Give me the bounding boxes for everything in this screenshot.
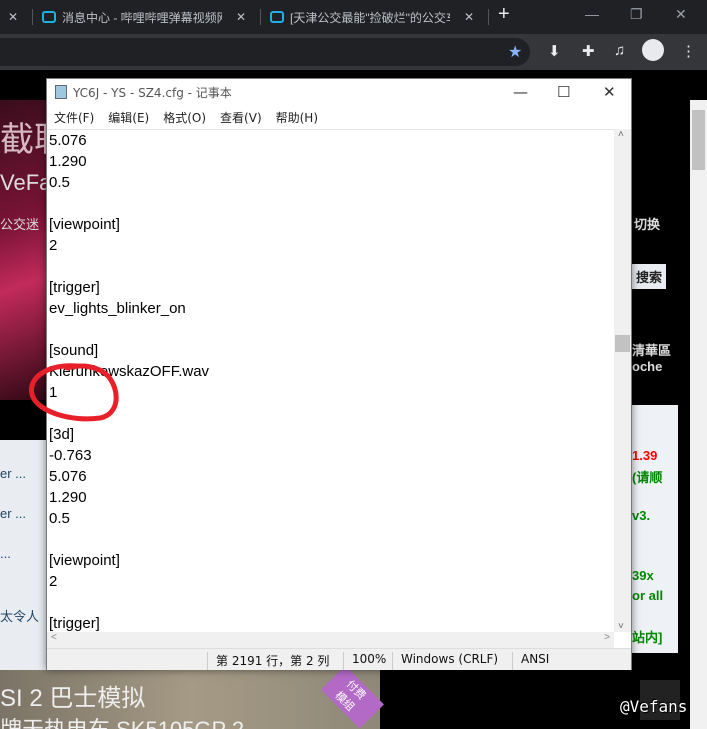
text-line: 0.5 <box>49 174 70 191</box>
browser-scrollbar[interactable] <box>690 100 707 729</box>
cursor-position: 第 2191 行，第 2 列 <box>207 652 329 670</box>
text-line: [3d] <box>49 426 75 443</box>
notepad-window: YC6J - YS - SZ4.cfg - 记事本 — ☐ ✕ 文件(F) 编辑… <box>46 78 632 670</box>
right-list-panel: 1.39 (请顺 v3. 39x or all 站内] <box>628 405 678 653</box>
text-line: [viewpoint] <box>49 552 120 569</box>
text-line <box>49 193 614 214</box>
notepad-icon <box>55 85 67 99</box>
new-tab-button[interactable]: + <box>498 3 510 26</box>
notepad-title-bar: YC6J - YS - SZ4.cfg - 记事本 — ☐ ✕ <box>47 79 631 105</box>
browser-tab-bar: ✕ 消息中心 - 哔哩哔哩弹幕视频网 ✕ [天津公交最能"捡破烂"的公交车 ✕ … <box>0 0 707 34</box>
text-line: [viewpoint] <box>49 216 120 233</box>
thumbnail-subtitle: 牌天热电车 SK5105GP 2 <box>0 712 244 729</box>
scrollbar-thumb[interactable] <box>615 335 630 352</box>
text-line <box>49 256 614 277</box>
paid-mod-badge: 付费模组 <box>321 665 384 729</box>
text-line <box>49 403 614 424</box>
text-line: 1 <box>49 384 58 401</box>
close-button[interactable]: ✕ <box>603 83 616 101</box>
text-line: [trigger] <box>49 615 100 632</box>
vertical-scrollbar[interactable]: ˄ ˅ <box>614 129 631 632</box>
text-line: 5.076 <box>49 132 87 149</box>
left-list-panel: er ... er ... ... 太令人 <box>0 440 46 680</box>
restore-button[interactable]: ❐ <box>630 6 643 23</box>
watermark: @Vefans <box>620 697 688 716</box>
close-button[interactable]: ✕ <box>675 6 687 23</box>
address-bar[interactable]: ★ <box>0 38 530 66</box>
browser-toolbar: ★ ⬇ ✚ ♫ ⋮ <box>0 34 707 70</box>
close-tab-icon[interactable]: ✕ <box>236 10 246 24</box>
tab-title: [天津公交最能"捡破烂"的公交车 <box>290 10 450 25</box>
minimize-button[interactable]: — <box>513 83 528 101</box>
status-bar: 第 2191 行，第 2 列 100% Windows (CRLF) ANSI <box>47 648 631 670</box>
menu-file[interactable]: 文件(F) <box>54 109 94 126</box>
tab-message-center[interactable]: 消息中心 - 哔哩哔哩弹幕视频网 ✕ <box>42 0 257 34</box>
text-line: [sound] <box>49 342 99 359</box>
profile-avatar-icon[interactable] <box>642 39 664 61</box>
tab-title: 消息中心 - 哔哩哔哩弹幕视频网 <box>62 10 222 25</box>
tab-partial[interactable]: ✕ <box>0 0 40 34</box>
list-item[interactable]: v3. <box>632 508 650 523</box>
text-line: 5.076 <box>49 468 87 485</box>
tab-tianjin-bus[interactable]: [天津公交最能"捡破烂"的公交车 ✕ <box>270 0 485 34</box>
list-item[interactable]: er ... <box>0 506 26 521</box>
window-title: YC6J - YS - SZ4.cfg - 记事本 <box>73 85 232 100</box>
thumbnail-title: SI 2 巴士模拟 <box>0 685 146 712</box>
switch-link[interactable]: 切换 <box>634 214 660 233</box>
download-icon[interactable]: ⬇ <box>548 42 561 60</box>
list-item[interactable]: 太令人 <box>0 606 39 625</box>
list-item[interactable]: 39x <box>632 568 654 583</box>
bus-thumbnail[interactable]: SI 2 巴士模拟 牌天热电车 SK5105GP 2 付费模组 <box>0 665 384 729</box>
close-tab-icon[interactable]: ✕ <box>8 10 18 24</box>
nav-link[interactable]: 公交迷 <box>0 214 39 233</box>
side-text: oche <box>632 359 663 374</box>
text-line: ev_lights_blinker_on <box>49 300 186 317</box>
menu-format[interactable]: 格式(O) <box>163 109 206 126</box>
menu-help[interactable]: 帮助(H) <box>276 109 318 126</box>
bilibili-icon <box>42 11 56 23</box>
horizontal-scrollbar[interactable]: < > <box>47 632 614 648</box>
list-item[interactable]: ... <box>0 546 11 561</box>
bookmark-star-icon[interactable]: ★ <box>508 42 522 62</box>
text-line <box>49 319 614 340</box>
text-line: [trigger] <box>49 279 100 296</box>
text-editor[interactable]: 5.076 1.290 0.5 [viewpoint] 2 [trigger] ev_lig… <box>47 129 614 632</box>
text-line: 1.290 <box>49 153 87 170</box>
menu-edit[interactable]: 编辑(E) <box>108 109 149 126</box>
menu-bar: 文件(F) 编辑(E) 格式(O) 查看(V) 帮助(H) <box>47 105 631 129</box>
maximize-button[interactable]: ☐ <box>557 83 570 101</box>
text-line: 0.5 <box>49 510 70 527</box>
menu-kebab-icon[interactable]: ⋮ <box>681 42 696 60</box>
text-line: 2 <box>49 237 58 254</box>
side-text: 清華區 <box>632 343 672 358</box>
list-item[interactable]: 站内] <box>632 627 662 646</box>
menu-view[interactable]: 查看(V) <box>220 109 262 126</box>
text-line: KierunkowskazOFF.wav <box>49 363 210 380</box>
close-tab-icon[interactable]: ✕ <box>464 10 474 24</box>
zoom-level: 100% <box>343 652 386 670</box>
media-control-icon[interactable]: ♫ <box>614 42 625 59</box>
text-line <box>49 592 614 613</box>
line-ending: Windows (CRLF) <box>392 652 498 670</box>
text-line: 2 <box>49 573 58 590</box>
minimize-button[interactable]: — <box>585 6 599 22</box>
text-line: -0.763 <box>49 447 92 464</box>
encoding: ANSI <box>512 652 549 670</box>
extensions-icon[interactable]: ✚ <box>582 42 595 60</box>
list-item[interactable]: or all <box>632 588 663 603</box>
search-button[interactable]: 搜索 <box>632 264 667 289</box>
text-line <box>49 529 614 550</box>
list-item[interactable]: er ... <box>0 466 26 481</box>
bilibili-icon <box>270 11 284 23</box>
text-line: 1.290 <box>49 489 87 506</box>
list-item[interactable]: 1.39 <box>632 448 657 463</box>
list-item[interactable]: (请顺 <box>632 467 662 486</box>
